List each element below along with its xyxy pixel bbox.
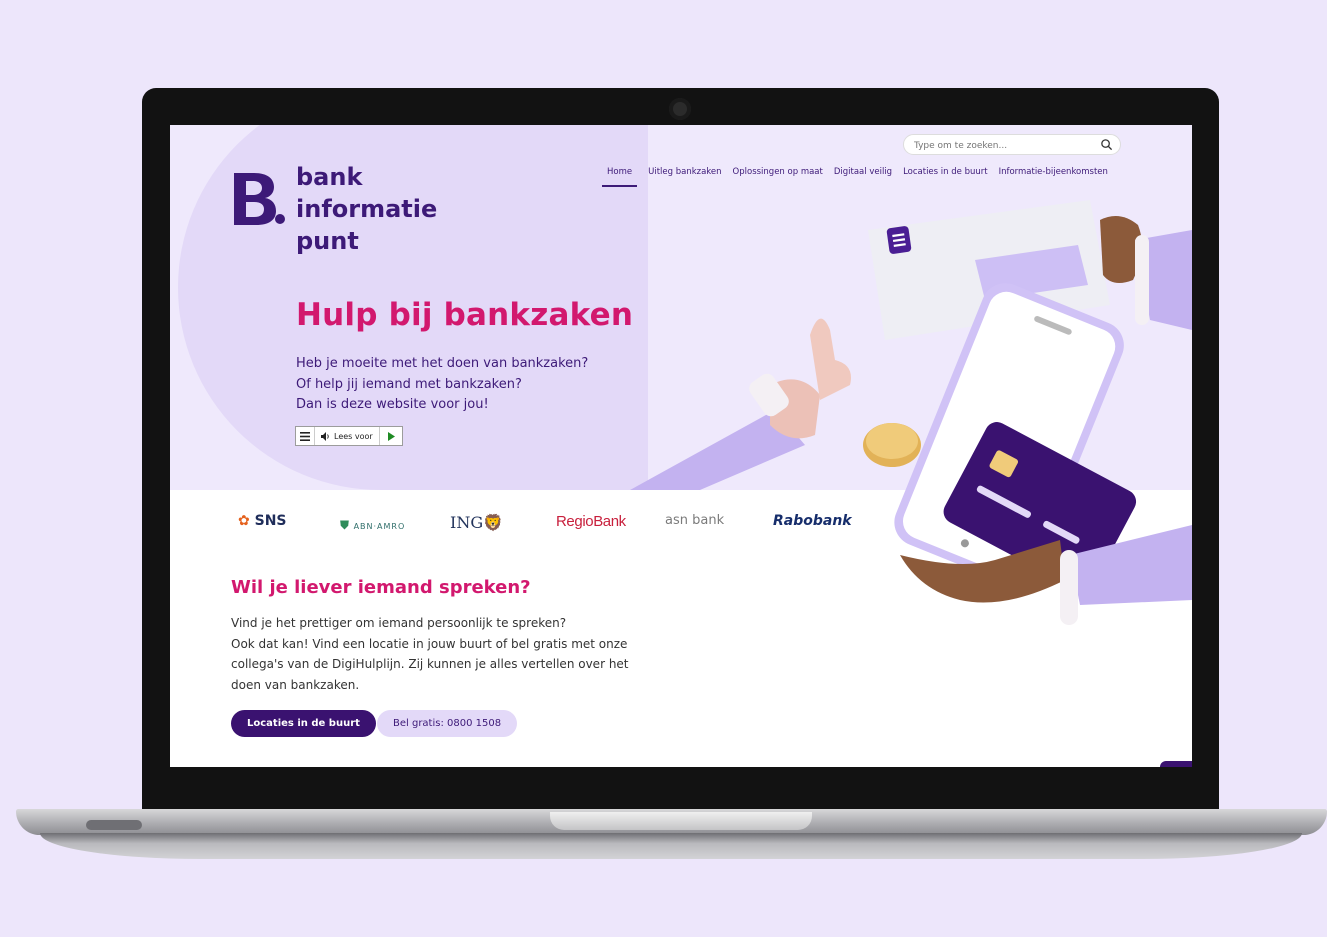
contact-line-1: Vind je het prettiger om iemand persoonl… (231, 616, 567, 630)
search-box (903, 134, 1121, 155)
ing-lion-icon: 🦁 (483, 513, 504, 532)
nav-informatie-bijeenkomsten[interactable]: Informatie-bijeenkomsten (999, 167, 1108, 187)
contact-text: Vind je het prettiger om iemand persoonl… (231, 613, 651, 695)
logo-mark-icon[interactable] (230, 167, 286, 227)
bank-logos: ✿ SNS ⛊ ABN·AMRO ING🦁 RegioBank asn bank… (230, 509, 852, 539)
hero-title: Hulp bij bankzaken (296, 297, 634, 333)
logo-line-1: bank (296, 163, 363, 191)
readspeaker-label: Lees voor (334, 431, 373, 441)
speaker-icon (321, 431, 329, 441)
hero-line-1: Heb je moeite met het doen van bankzaken… (296, 356, 589, 371)
laptop-port (86, 820, 142, 830)
contact-title: Wil je liever iemand spreken? (231, 577, 531, 598)
readspeaker-bar: Lees voor (295, 426, 403, 446)
bank-logo-asn[interactable]: asn bank (665, 513, 724, 528)
hero-illustration (630, 200, 1192, 625)
menu-icon (300, 431, 310, 441)
bank-logo-sns[interactable]: ✿ SNS (238, 513, 287, 529)
bank-logo-ing[interactable]: ING🦁 (450, 513, 503, 532)
search-input[interactable] (912, 137, 1096, 154)
nav-oplossingen[interactable]: Oplossingen op maat (733, 167, 823, 187)
logo-line-2: informatie (296, 195, 438, 223)
laptop-notch (550, 812, 812, 830)
logo-wordmark[interactable]: bank informatie punt (296, 161, 437, 257)
browser-screen: bank informatie punt Home Uitleg bankzak… (170, 125, 1192, 767)
contact-line-2: Ook dat kan! Vind een locatie in jouw bu… (231, 636, 628, 651)
readspeaker-play-button[interactable] (380, 427, 402, 445)
readspeaker-menu-button[interactable] (296, 427, 315, 445)
call-free-button[interactable]: Bel gratis: 0800 1508 (377, 710, 518, 737)
contact-line-3: collega's van de DigiHulplijn. Zij kunne… (231, 657, 629, 672)
bank-name-abn: ABN·AMRO (353, 522, 406, 531)
webcam (669, 98, 691, 120)
sns-flower-icon: ✿ (238, 513, 250, 529)
bank-logo-abn-amro[interactable]: ⛊ ABN·AMRO (340, 518, 405, 533)
hero-line-2: Of help jij iemand met bankzaken? (296, 376, 522, 392)
nav-digitaal-veilig[interactable]: Digitaal veilig (834, 167, 892, 187)
nav-uitleg-bankzaken[interactable]: Uitleg bankzaken (648, 167, 721, 187)
nav-locaties[interactable]: Locaties in de buurt (903, 167, 988, 187)
bank-name-ing: ING (450, 513, 484, 532)
abn-shield-icon: ⛊ (340, 518, 351, 532)
nav-home[interactable]: Home (602, 167, 638, 187)
help-widget-tab[interactable] (1160, 761, 1192, 767)
hero-intro: Heb je moeite met het doen van bankzaken… (296, 354, 588, 416)
hero-line-3: Dan is deze website voor jou! (296, 397, 489, 412)
bank-logo-rabobank[interactable]: Rabobank (773, 513, 852, 529)
search-icon[interactable] (1100, 138, 1113, 151)
logo-line-3: punt (296, 227, 359, 255)
play-icon (387, 431, 395, 441)
bank-logo-regiobank[interactable]: RegioBank (556, 513, 626, 530)
bank-name-sns: SNS (254, 513, 287, 529)
contact-line-4: doen van bankzaken. (231, 677, 360, 692)
locations-button[interactable]: Locaties in de buurt (231, 710, 376, 737)
main-nav: Home Uitleg bankzaken Oplossingen op maa… (602, 167, 1108, 187)
readspeaker-read-button[interactable]: Lees voor (315, 427, 380, 445)
laptop-base-lip (40, 833, 1302, 859)
